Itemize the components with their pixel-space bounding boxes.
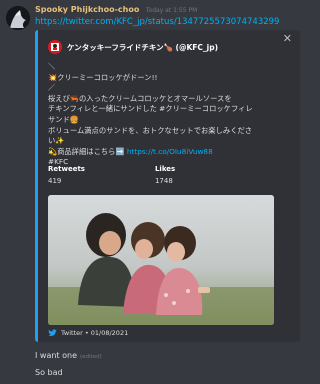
- twitter-icon: [48, 329, 57, 337]
- description-line: チキンフィレと一緒にサンドした #クリーミーコロッケフィレ: [48, 104, 253, 114]
- kfc-logo-icon: [48, 40, 62, 54]
- footer-text: Twitter • 01/08/2021: [61, 329, 129, 337]
- message-text: I want one: [35, 351, 77, 360]
- edited-label: (edited): [79, 354, 102, 360]
- tweet-embed: ケンタッキーフライドチキン🍗 (@KFC_jp) ✕ ＼ 💥クリーミーコロッケが…: [35, 30, 300, 342]
- description-line: サンド🍔: [48, 114, 79, 124]
- embed-author-name[interactable]: ケンタッキーフライドチキン🍗 (@KFC_jp): [67, 42, 218, 53]
- avatar[interactable]: [6, 6, 30, 30]
- description-line: 💥クリーミーコロッケがドーン!!: [48, 72, 158, 82]
- followup-message: I want one (edited): [35, 351, 102, 360]
- embed-image[interactable]: [48, 195, 274, 325]
- description-line: ボリューム満点のサンドを、おトクなセットでお楽しみくださ: [48, 125, 253, 135]
- description-line: ／: [48, 83, 56, 93]
- message-text: So bad: [35, 368, 63, 377]
- timestamp: Today at 1:55 PM: [145, 7, 198, 14]
- embed-author: ケンタッキーフライドチキン🍗 (@KFC_jp): [48, 40, 218, 54]
- children-photo: [48, 195, 274, 325]
- description-text: 💫商品詳細はこちら➡️: [48, 146, 127, 156]
- field-value: 419: [48, 177, 62, 185]
- field-value: 1748: [154, 177, 173, 185]
- embed-fields: Retweets 419 Likes 1748: [48, 165, 175, 185]
- short-link[interactable]: https://t.co/OIu8iVuw88: [127, 147, 213, 156]
- embed-footer: Twitter • 01/08/2021: [48, 329, 128, 337]
- description-line: 💫商品詳細はこちら➡️ https://t.co/OIu8iVuw88: [48, 147, 292, 158]
- avatar-icon: [6, 6, 30, 30]
- field-retweets: Retweets 419: [48, 165, 85, 185]
- field-name: Likes: [154, 165, 176, 173]
- message-header: Spooky Phijkchoo-choo Today at 1:55 PM: [35, 5, 197, 14]
- tweet-link[interactable]: https://twitter.com/KFC_jp/status/134772…: [35, 17, 279, 27]
- field-likes: Likes 1748: [155, 165, 175, 185]
- field-name: Retweets: [48, 165, 85, 173]
- description-line: ＼: [48, 62, 56, 71]
- followup-message: So bad: [35, 368, 63, 377]
- close-icon[interactable]: ✕: [283, 32, 292, 45]
- embed-description: ＼ 💥クリーミーコロッケがドーン!! ／ 桜えび🦐の入ったクリームコロッケとオマ…: [48, 62, 292, 168]
- description-line: 桜えび🦐の入ったクリームコロッケとオマールソースを: [48, 93, 232, 103]
- username[interactable]: Spooky Phijkchoo-choo: [35, 5, 139, 14]
- description-line: い✨: [48, 136, 65, 146]
